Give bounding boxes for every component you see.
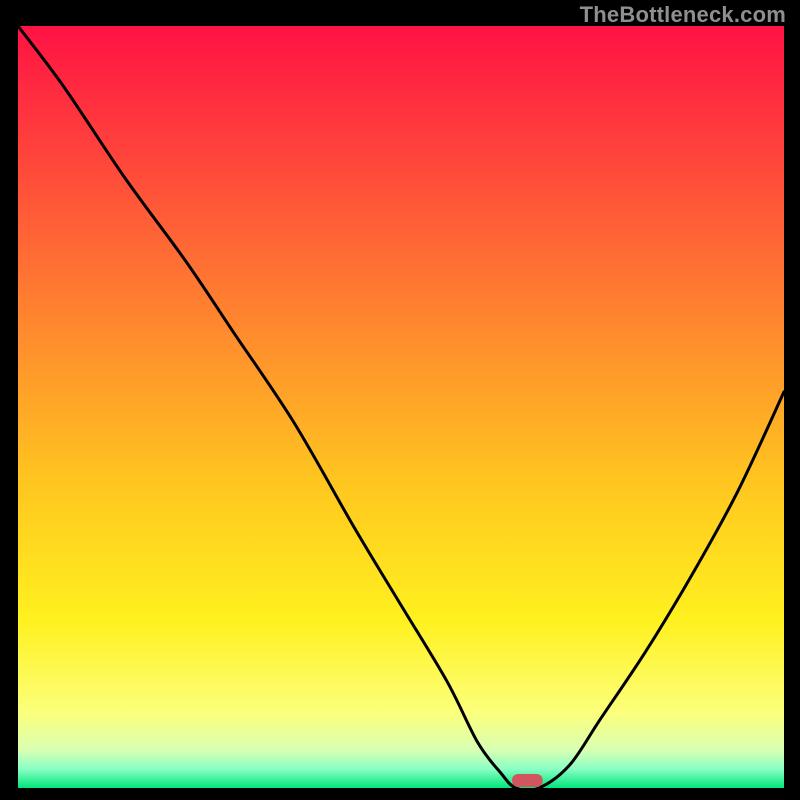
chart-container: TheBottleneck.com [0,0,800,800]
gradient-background [18,26,784,788]
optimal-zone-marker [512,774,543,787]
watermark-text: TheBottleneck.com [580,2,786,28]
bottleneck-chart [18,26,784,788]
